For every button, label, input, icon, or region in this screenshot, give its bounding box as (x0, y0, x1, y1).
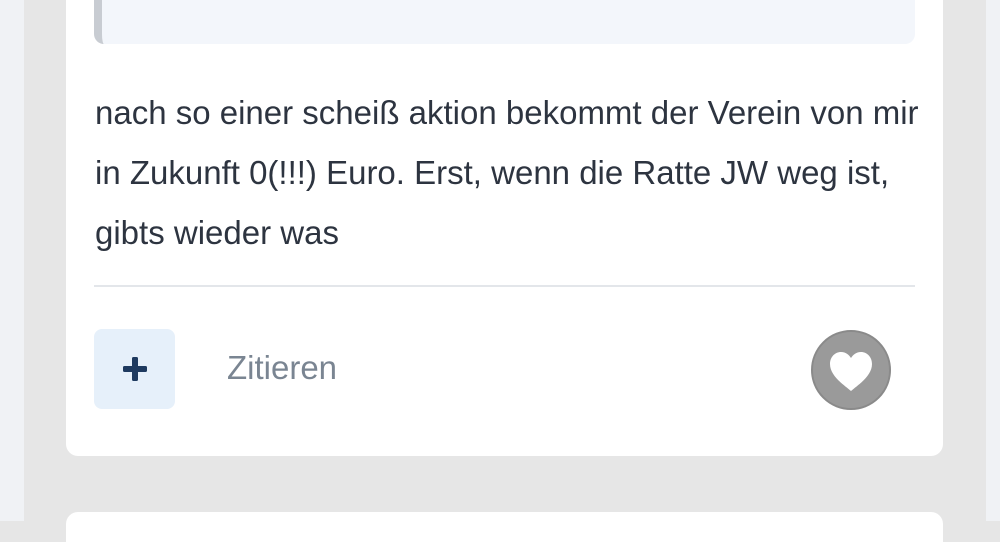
heart-icon (810, 329, 892, 411)
right-gutter (986, 0, 1000, 521)
add-reaction-button[interactable] (94, 329, 175, 409)
left-gutter (0, 0, 24, 521)
quote-button[interactable]: Zitieren (227, 348, 337, 388)
plus-icon (120, 354, 150, 384)
post-body-text: nach so einer scheiß aktion bekommt der … (95, 94, 919, 251)
divider (94, 285, 915, 287)
next-post-card (66, 512, 943, 542)
post-card: nach so einer scheiß aktion bekommt der … (66, 0, 943, 456)
like-button[interactable] (810, 329, 892, 411)
quoted-content-block (94, 0, 915, 44)
